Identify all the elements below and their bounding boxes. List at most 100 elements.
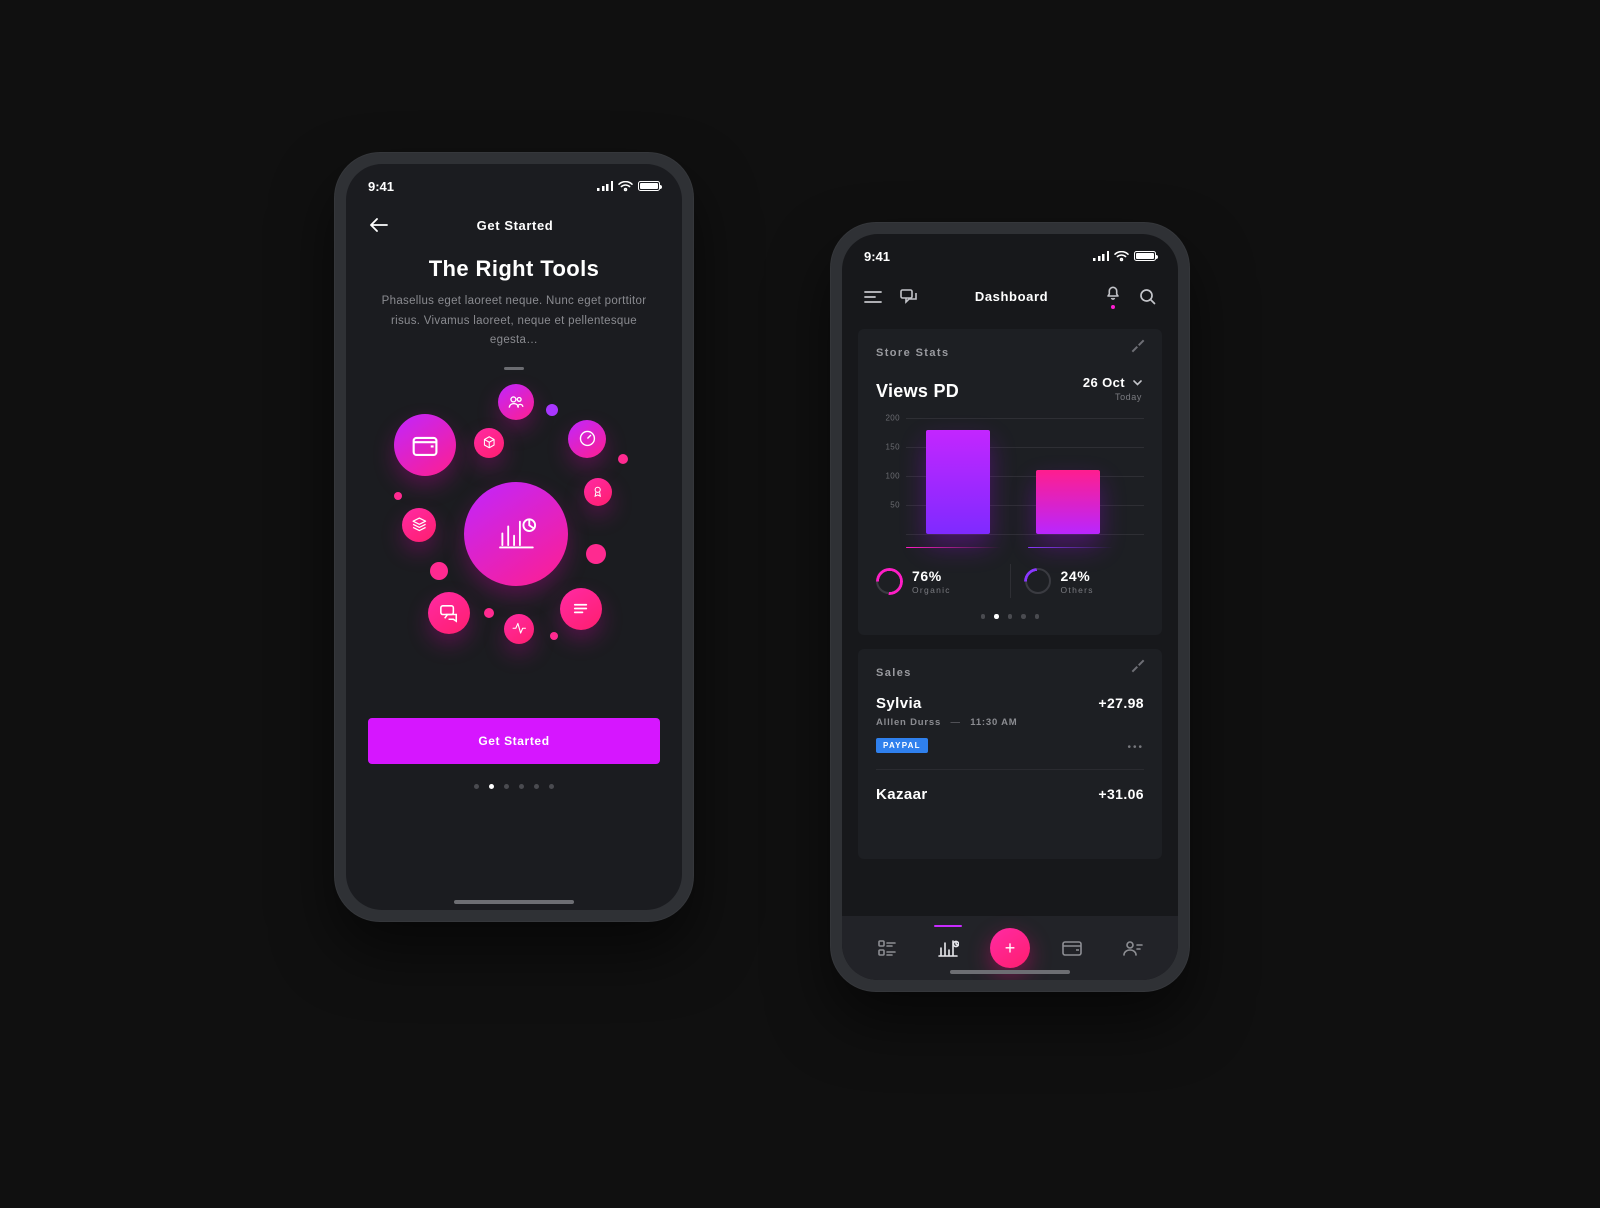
status-time: 9:41 [368, 179, 394, 194]
pager-dot[interactable] [549, 784, 554, 789]
status-icons [1093, 251, 1156, 262]
get-started-label: Get Started [478, 734, 549, 748]
wifi-icon [1114, 251, 1129, 262]
y-tick: 100 [885, 472, 900, 481]
chart-bar [1036, 470, 1100, 534]
metric-label: Organic [912, 585, 951, 595]
tab-add[interactable]: + [988, 926, 1032, 970]
status-icons [597, 181, 660, 192]
tab-profile[interactable] [1111, 926, 1155, 970]
dot-icon [394, 492, 402, 500]
pager-dot[interactable] [489, 784, 494, 789]
sale-time: 11:30 AM [970, 717, 1017, 728]
metric-organic: 76% Organic [876, 568, 996, 595]
pager-dot[interactable] [519, 784, 524, 789]
tab-list[interactable] [865, 926, 909, 970]
pager-dot[interactable] [981, 614, 986, 619]
y-tick: 50 [890, 501, 900, 510]
signal-icon [597, 181, 613, 191]
sale-amount: +27.98 [1098, 695, 1144, 711]
menu-button[interactable] [864, 290, 882, 304]
pager-dot[interactable] [1008, 614, 1013, 619]
metric-others: 24% Others [1025, 568, 1145, 595]
header-title: Get Started [477, 218, 554, 233]
home-indicator[interactable] [454, 900, 574, 904]
dot-icon [430, 562, 448, 580]
sales-card: Sales Sylvia +27.98 Alllen Durss — 11:30… [858, 649, 1162, 859]
cube-icon [474, 428, 504, 458]
notifications-button[interactable] [1105, 284, 1121, 309]
chart-underline [1028, 547, 1113, 549]
pager-dot[interactable] [1035, 614, 1040, 619]
y-tick: 200 [885, 414, 900, 423]
dot-icon [586, 544, 606, 564]
payment-tag: PAYPAL [876, 738, 928, 753]
gauge-icon [568, 420, 606, 458]
page-title: Dashboard [975, 289, 1048, 304]
stats-pager[interactable] [876, 614, 1144, 619]
date-value: 26 Oct [1083, 375, 1125, 390]
plus-icon: + [990, 928, 1030, 968]
store-stats-card: Store Stats Views PD 26 Oct Today [858, 329, 1162, 635]
dot-icon [484, 608, 494, 618]
pager-dot[interactable] [1021, 614, 1026, 619]
wifi-icon [618, 181, 633, 192]
status-bar: 9:41 [346, 164, 682, 208]
notification-dot-icon [1111, 305, 1115, 309]
y-axis: 200 150 100 50 [876, 418, 900, 534]
onboarding-title: The Right Tools [346, 256, 682, 282]
views-chart: 200 150 100 50 [876, 418, 1144, 558]
phone-onboarding: 9:41 Get Started The Right Tools Phasell… [334, 152, 694, 922]
analytics-icon [464, 482, 568, 586]
onboarding-pager[interactable] [346, 784, 682, 789]
status-bar: 9:41 [842, 234, 1178, 278]
chart-bar [926, 430, 990, 534]
row-more-button[interactable]: ••• [1127, 742, 1144, 753]
signal-icon [1093, 251, 1109, 261]
wallet-icon [394, 414, 456, 476]
date-picker[interactable]: 26 Oct Today [1083, 375, 1142, 402]
metric-value: 76% [912, 568, 951, 584]
back-button[interactable] [368, 214, 390, 236]
card-label: Store Stats [876, 347, 1144, 359]
pager-dot[interactable] [994, 614, 999, 619]
card-label: Sales [876, 667, 1144, 679]
status-time: 9:41 [864, 249, 890, 264]
y-tick: 150 [885, 443, 900, 452]
pager-dot[interactable] [504, 784, 509, 789]
views-title: Views PD [876, 381, 959, 402]
chat-icon [428, 592, 470, 634]
tab-analytics[interactable] [926, 926, 970, 970]
layers-icon [402, 508, 436, 542]
pager-dot[interactable] [534, 784, 539, 789]
metric-label: Others [1061, 585, 1094, 595]
dot-icon [550, 632, 558, 640]
sale-row[interactable]: Sylvia +27.98 Alllen Durss — 11:30 AM PA… [876, 695, 1144, 753]
sale-customer: Alllen Durss [876, 717, 941, 728]
progress-ring-icon [1025, 568, 1051, 594]
battery-icon [1134, 251, 1156, 261]
battery-icon [638, 181, 660, 191]
list-icon [560, 588, 602, 630]
chart-underline [906, 547, 1001, 549]
chevron-down-icon [1133, 374, 1142, 389]
dot-icon [546, 404, 558, 416]
onboarding-description: Phasellus eget laoreet neque. Nunc eget … [346, 282, 682, 361]
date-sub: Today [1083, 392, 1142, 402]
search-button[interactable] [1139, 288, 1156, 305]
get-started-button[interactable]: Get Started [368, 718, 660, 764]
progress-ring-icon [876, 568, 902, 594]
metric-value: 24% [1061, 568, 1094, 584]
sale-row[interactable]: Kazaar +31.06 [876, 786, 1144, 803]
pager-dot[interactable] [474, 784, 479, 789]
users-icon [498, 384, 534, 420]
messages-button[interactable] [900, 289, 918, 305]
phone-dashboard: 9:41 Dashboard [830, 222, 1190, 992]
sale-amount: +31.06 [1098, 786, 1144, 802]
tab-wallet[interactable] [1050, 926, 1094, 970]
dot-icon [618, 454, 628, 464]
bubbles-illustration [346, 370, 682, 700]
activity-icon [504, 614, 534, 644]
badge-icon [584, 478, 612, 506]
home-indicator[interactable] [950, 970, 1070, 974]
